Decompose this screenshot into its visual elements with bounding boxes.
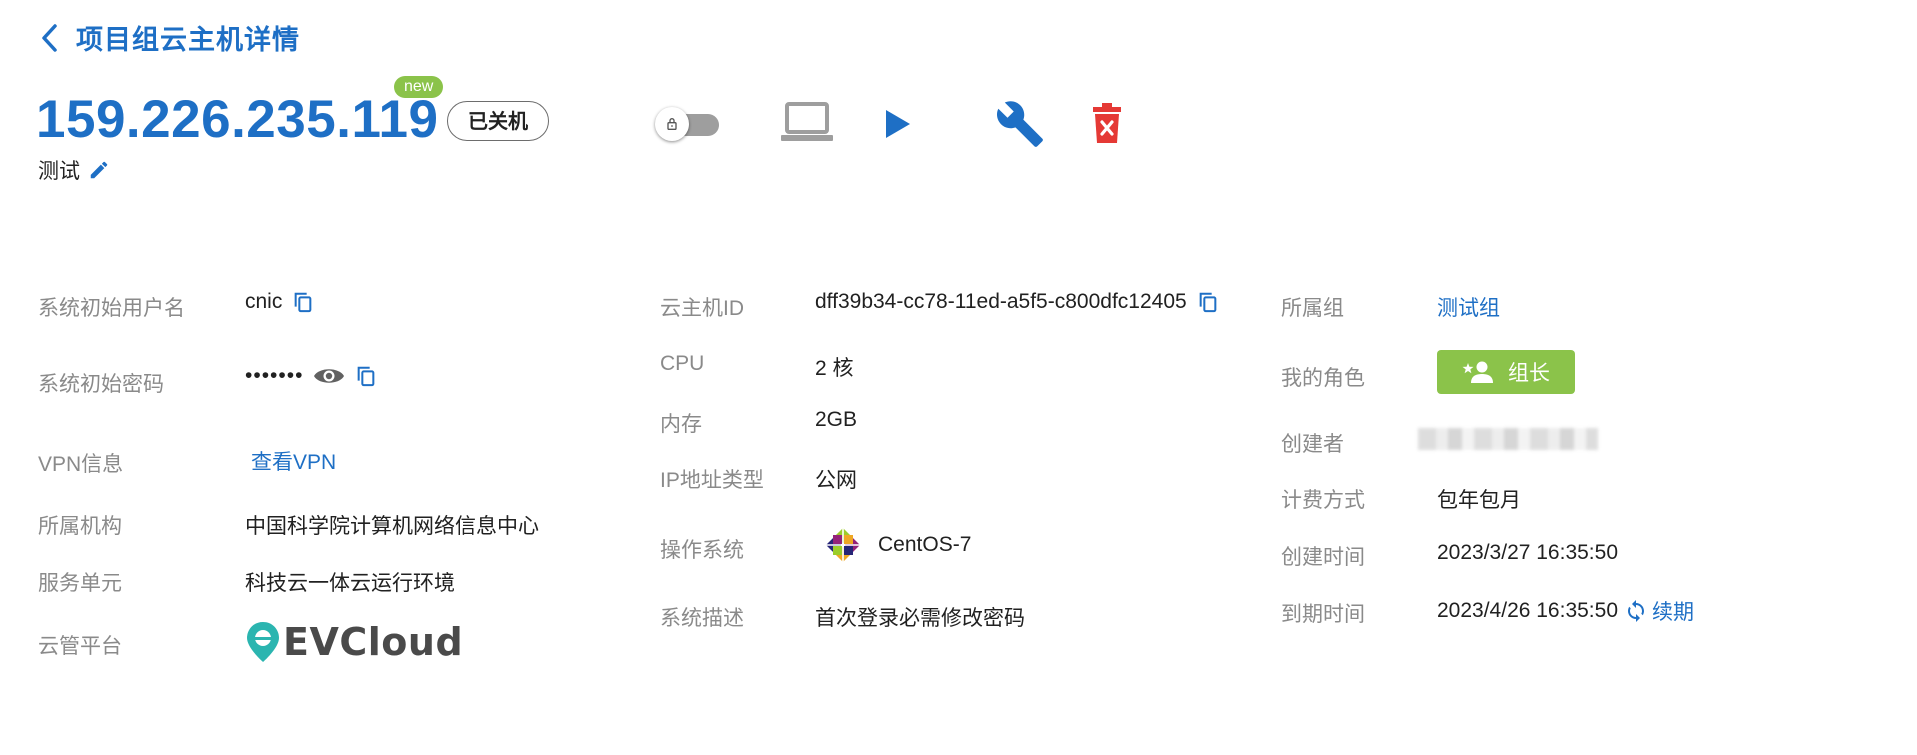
remark-text: 测试 [38, 160, 80, 183]
user-star-icon [1462, 361, 1493, 383]
platform-label: 云管平台 [38, 635, 122, 658]
group-link[interactable]: 测试组 [1437, 292, 1500, 322]
ip-type-value: 公网 [815, 469, 857, 492]
role-chip: 组长 [1437, 350, 1575, 394]
remote-console-button[interactable] [780, 100, 834, 144]
billing-label: 计费方式 [1281, 489, 1365, 512]
evcloud-logo: EVCloud [245, 620, 463, 664]
role-text: 组长 [1508, 362, 1550, 385]
renew-text: 续期 [1652, 601, 1695, 624]
start-button[interactable] [880, 104, 916, 144]
mem-label: 内存 [660, 413, 702, 436]
username-label: 系统初始用户名 [38, 297, 185, 320]
refresh-icon [1628, 600, 1645, 622]
username-value: cnic [245, 290, 314, 314]
server-id-value: dff39b34-cc78-11ed-a5f5-c800dfc12405 [815, 290, 1219, 314]
lock-toggle[interactable] [655, 104, 723, 144]
username-text: cnic [245, 290, 283, 313]
status-badge: 已关机 [447, 101, 549, 141]
os-text: CentOS-7 [878, 533, 972, 556]
cpu-value: 2 核 [815, 357, 854, 380]
play-icon [886, 110, 910, 138]
evcloud-logo-text: EVCloud [283, 620, 464, 664]
copy-icon[interactable] [355, 364, 377, 388]
expire-label: 到期时间 [1281, 603, 1365, 626]
server-ip: 159.226.235.119 [36, 90, 439, 149]
server-id-label: 云主机ID [660, 297, 744, 320]
password-text: ••••••• [245, 364, 304, 387]
role-label: 我的角色 [1281, 367, 1365, 390]
delete-icon [1093, 103, 1121, 143]
password-label: 系统初始密码 [38, 373, 164, 396]
wrench-icon [996, 101, 1043, 147]
creator-label: 创建者 [1281, 433, 1344, 456]
os-value: CentOS-7 [818, 520, 971, 570]
org-label: 所属机构 [38, 515, 122, 538]
maintenance-button[interactable] [994, 98, 1046, 150]
desc-label: 系统描述 [660, 607, 744, 630]
desc-value: 首次登录必需修改密码 [815, 607, 1025, 630]
chevron-left-icon[interactable] [40, 23, 58, 53]
eye-icon[interactable] [313, 365, 345, 387]
org-value: 中国科学院计算机网络信息中心 [245, 515, 539, 538]
copy-icon[interactable] [1197, 290, 1219, 314]
page-header: 项目组云主机详情 [40, 18, 300, 57]
created-value: 2023/3/27 16:35:50 [1437, 541, 1619, 564]
vpn-label: VPN信息 [38, 453, 124, 476]
billing-value: 包年包月 [1437, 489, 1521, 512]
delete-button[interactable] [1089, 100, 1125, 146]
mem-value: 2GB [815, 408, 858, 431]
laptop-icon [781, 102, 833, 141]
remark: 测试 [38, 155, 110, 185]
creator-redacted [1418, 428, 1598, 450]
lock-icon [655, 107, 689, 141]
service-label: 服务单元 [38, 572, 122, 595]
group-label: 所属组 [1281, 297, 1344, 320]
copy-icon[interactable] [292, 290, 314, 314]
ip-type-label: IP地址类型 [660, 469, 764, 492]
expire-text: 2023/4/26 16:35:50 [1437, 599, 1619, 622]
new-badge: new [394, 76, 444, 98]
service-value: 科技云一体云运行环境 [245, 572, 455, 595]
created-label: 创建时间 [1281, 546, 1365, 569]
centos-logo-icon [821, 523, 865, 567]
server-id-text: dff39b34-cc78-11ed-a5f5-c800dfc12405 [815, 290, 1187, 313]
cpu-label: CPU [660, 352, 705, 375]
pencil-icon[interactable] [88, 159, 110, 181]
page-title: 项目组云主机详情 [76, 25, 300, 55]
expire-value: 2023/4/26 16:35:50 续期 [1437, 596, 1694, 626]
evcloud-logo-icon [247, 622, 279, 662]
view-vpn-link[interactable]: 查看VPN [251, 446, 336, 476]
os-label: 操作系统 [660, 539, 744, 562]
renew-link[interactable]: 续期 [1624, 596, 1694, 626]
password-value: ••••••• [245, 364, 377, 388]
